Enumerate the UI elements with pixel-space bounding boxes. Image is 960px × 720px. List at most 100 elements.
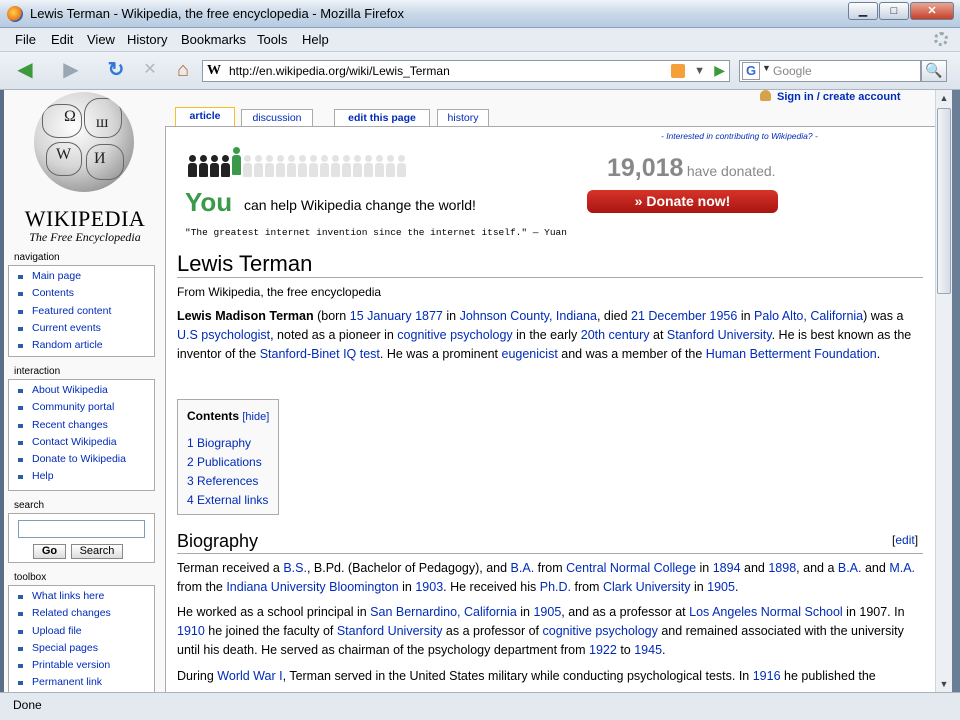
link-1903[interactable]: 1903 bbox=[415, 580, 443, 594]
scrollbar-thumb[interactable] bbox=[937, 108, 951, 294]
sidebar-item-featured-content[interactable]: Featured content bbox=[9, 303, 154, 320]
contribute-link[interactable]: - Interested in contributing to Wikipedi… bbox=[661, 131, 818, 141]
url-bar[interactable]: W http://en.wikipedia.org/wiki/Lewis_Ter… bbox=[202, 60, 730, 82]
scroll-down-icon[interactable]: ▼ bbox=[936, 676, 952, 692]
tab-discussion[interactable]: discussion bbox=[241, 109, 313, 126]
link-stanford-binet[interactable]: Stanford-Binet IQ test bbox=[260, 347, 380, 361]
tab-edit[interactable]: edit this page bbox=[334, 109, 430, 126]
sidebar-item-special-pages[interactable]: Special pages bbox=[9, 640, 154, 657]
donate-now-button[interactable]: » Donate now! bbox=[587, 190, 778, 213]
link-born-date[interactable]: 15 January 1877 bbox=[350, 309, 443, 323]
login-link[interactable]: Sign in / create account bbox=[760, 90, 900, 103]
link-1922[interactable]: 1922 bbox=[589, 643, 617, 657]
reload-button[interactable]: ↻ bbox=[102, 58, 130, 84]
forward-button[interactable]: ▶ bbox=[56, 58, 86, 84]
link-died-place[interactable]: Palo Alto, California bbox=[754, 309, 863, 323]
tab-article[interactable]: article bbox=[175, 107, 235, 126]
link-died-date[interactable]: 21 December 1956 bbox=[631, 309, 737, 323]
go-button[interactable]: ▶ bbox=[714, 62, 725, 79]
back-button[interactable]: ◀ bbox=[10, 58, 40, 84]
close-button[interactable]: ✕ bbox=[910, 2, 954, 20]
sidebar-item-what-links-here[interactable]: What links here bbox=[9, 588, 154, 605]
link-stanford[interactable]: Stanford University bbox=[667, 328, 772, 342]
link-world-war-1[interactable]: World War I bbox=[217, 669, 282, 683]
menu-help[interactable]: Help bbox=[302, 32, 329, 47]
link-san-bernardino[interactable]: San Bernardino, California bbox=[370, 605, 517, 619]
menu-bookmarks[interactable]: Bookmarks bbox=[181, 32, 246, 47]
sidebar-item-contents[interactable]: Contents bbox=[9, 285, 154, 302]
sidebar-item-current-events[interactable]: Current events bbox=[9, 320, 154, 337]
sidebar-item-donate[interactable]: Donate to Wikipedia bbox=[9, 451, 154, 468]
link-1945[interactable]: 1945 bbox=[634, 643, 662, 657]
link-bs[interactable]: B.S. bbox=[283, 561, 307, 575]
login-text[interactable]: Sign in / create account bbox=[777, 91, 900, 103]
toc-item[interactable]: 1 Biography bbox=[187, 436, 251, 450]
full-search-button[interactable]: Search bbox=[71, 544, 123, 559]
link-us-psychologist[interactable]: U.S psychologist bbox=[177, 328, 270, 342]
link-phd[interactable]: Ph.D. bbox=[540, 580, 571, 594]
toc-hide-link[interactable]: [hide] bbox=[242, 411, 269, 423]
engine-dropdown-icon[interactable]: ▼ bbox=[762, 63, 771, 73]
menu-tools[interactable]: Tools bbox=[257, 32, 287, 47]
tab-history[interactable]: history bbox=[437, 109, 489, 126]
rss-feed-icon[interactable] bbox=[671, 64, 685, 78]
link-ba[interactable]: B.A. bbox=[511, 561, 535, 575]
home-button[interactable]: ⌂ bbox=[170, 58, 196, 84]
link-stanford[interactable]: Stanford University bbox=[337, 624, 443, 638]
link-la-normal-school[interactable]: Los Angeles Normal School bbox=[689, 605, 843, 619]
link-indiana-university[interactable]: Indiana University Bloomington bbox=[226, 580, 398, 594]
link-1898[interactable]: 1898 bbox=[768, 561, 796, 575]
sidebar-item-permanent-link[interactable]: Permanent link bbox=[9, 674, 154, 691]
url-dropdown-icon[interactable]: ▼ bbox=[694, 61, 705, 81]
minimize-button[interactable]: ▁ bbox=[848, 2, 878, 20]
search-go-button[interactable]: 🔍 bbox=[921, 60, 947, 82]
menu-view[interactable]: View bbox=[87, 32, 115, 47]
link-born-place[interactable]: Johnson County, Indiana bbox=[460, 309, 597, 323]
link-1905[interactable]: 1905 bbox=[707, 580, 735, 594]
menu-file[interactable]: File bbox=[15, 32, 36, 47]
link-clark-university[interactable]: Clark University bbox=[603, 580, 691, 594]
go-search-button[interactable]: Go bbox=[33, 544, 66, 559]
search-bar[interactable]: G ▼ Google bbox=[739, 60, 921, 82]
google-engine-icon[interactable]: G bbox=[742, 62, 760, 80]
throbber-icon bbox=[934, 32, 948, 46]
link-1916[interactable]: 1916 bbox=[753, 669, 781, 683]
link-cognitive-psychology[interactable]: cognitive psychology bbox=[397, 328, 512, 342]
section-edit-link[interactable]: edit bbox=[895, 533, 914, 547]
sidebar-item-main-page[interactable]: Main page bbox=[9, 268, 154, 285]
search-placeholder[interactable]: Google bbox=[773, 64, 812, 78]
menu-edit[interactable]: Edit bbox=[51, 32, 73, 47]
link-eugenicist[interactable]: eugenicist bbox=[502, 347, 558, 361]
stop-button[interactable]: ✕ bbox=[138, 58, 162, 84]
url-text[interactable]: http://en.wikipedia.org/wiki/Lewis_Terma… bbox=[229, 64, 450, 78]
sidebar-item-contact[interactable]: Contact Wikipedia bbox=[9, 434, 154, 451]
link-1905[interactable]: 1905 bbox=[533, 605, 561, 619]
sidebar-item-help[interactable]: Help bbox=[9, 468, 154, 485]
vertical-scrollbar[interactable]: ▲ ▼ bbox=[935, 90, 952, 692]
sidebar-item-related-changes[interactable]: Related changes bbox=[9, 605, 154, 622]
sidebar-item-about[interactable]: About Wikipedia bbox=[9, 382, 154, 399]
sidebar-item-community-portal[interactable]: Community portal bbox=[9, 399, 154, 416]
sidebar-item-random-article[interactable]: Random article bbox=[9, 337, 154, 354]
link-ma[interactable]: M.A. bbox=[889, 561, 915, 575]
link-central-normal-college[interactable]: Central Normal College bbox=[566, 561, 696, 575]
sidebar-item-recent-changes[interactable]: Recent changes bbox=[9, 417, 154, 434]
link-ba-2[interactable]: B.A. bbox=[838, 561, 862, 575]
link-20th-century[interactable]: 20th century bbox=[581, 328, 650, 342]
maximize-button[interactable]: □ bbox=[879, 2, 909, 20]
toc-item[interactable]: 4 External links bbox=[187, 493, 268, 507]
toc-item[interactable]: 2 Publications bbox=[187, 455, 262, 469]
link-1910[interactable]: 1910 bbox=[177, 624, 205, 638]
toc-item[interactable]: 3 References bbox=[187, 474, 258, 488]
scroll-up-icon[interactable]: ▲ bbox=[936, 90, 952, 106]
menu-history[interactable]: History bbox=[127, 32, 167, 47]
can-help-text: can help Wikipedia change the world! bbox=[244, 197, 476, 213]
link-human-betterment[interactable]: Human Betterment Foundation bbox=[706, 347, 877, 361]
wikipedia-logo[interactable]: Ω ш W И WIKIPEDIA The Free Encyclopedia bbox=[14, 92, 154, 244]
sidebar-item-printable-version[interactable]: Printable version bbox=[9, 657, 154, 674]
toc-title: Contents [hide] bbox=[187, 409, 270, 423]
link-1894[interactable]: 1894 bbox=[713, 561, 741, 575]
wiki-search-input[interactable] bbox=[18, 520, 145, 538]
link-cognitive-psychology[interactable]: cognitive psychology bbox=[543, 624, 658, 638]
sidebar-item-upload-file[interactable]: Upload file bbox=[9, 623, 154, 640]
